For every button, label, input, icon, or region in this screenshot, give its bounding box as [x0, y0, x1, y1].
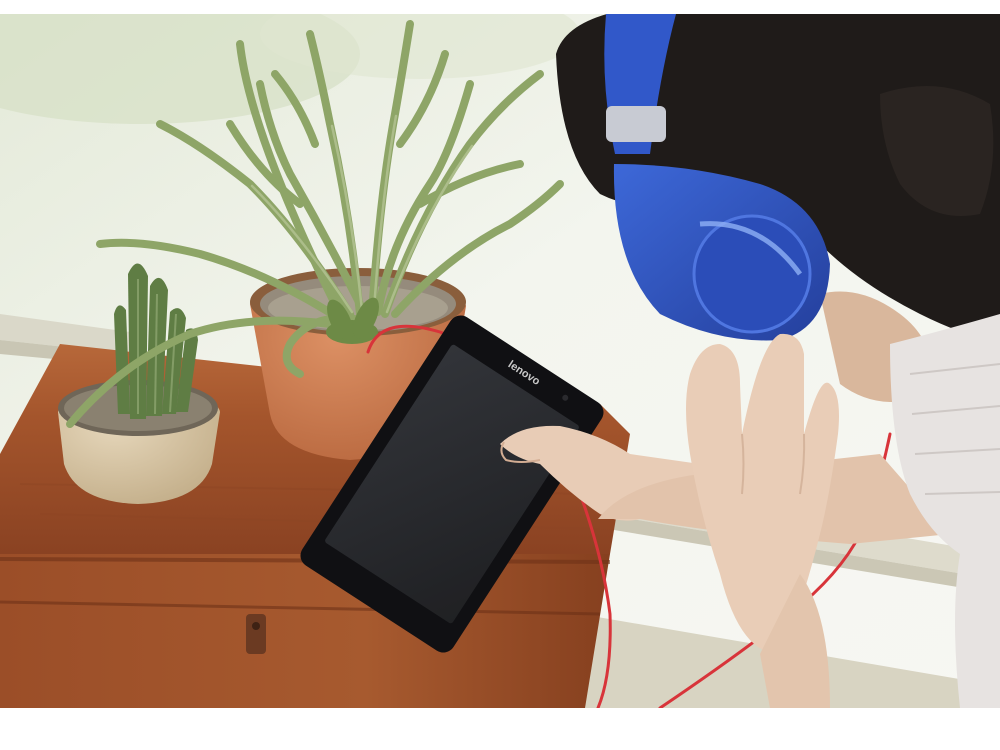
headphone-slider [606, 106, 666, 142]
box-latch [246, 614, 266, 654]
photo-scene: lenovo [0, 14, 1000, 708]
photo-frame: lenovo [0, 14, 1000, 708]
